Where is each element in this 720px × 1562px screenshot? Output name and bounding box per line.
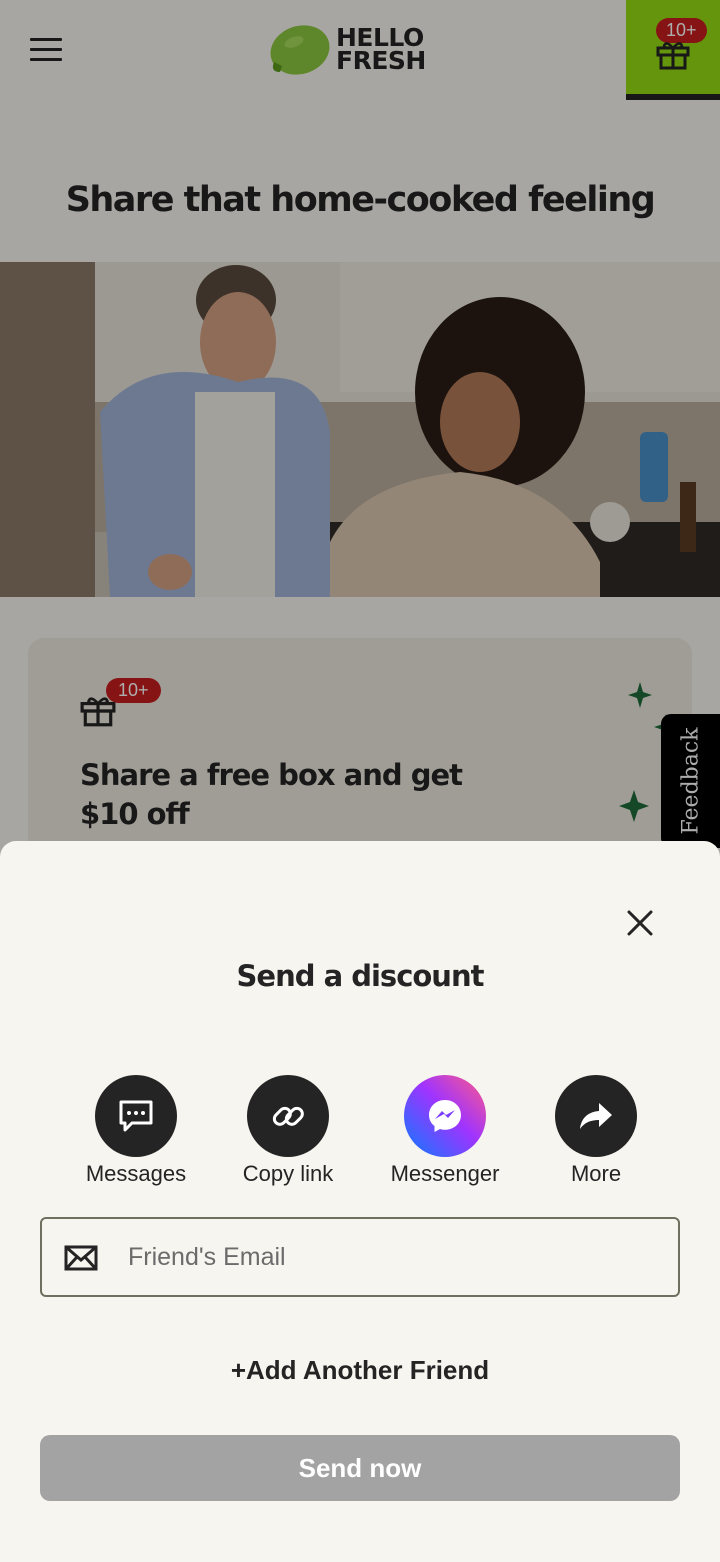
sheet-title: Send a discount bbox=[236, 959, 485, 993]
messenger-icon bbox=[429, 1100, 461, 1132]
mail-icon bbox=[64, 1245, 98, 1271]
share-label: More bbox=[570, 1161, 622, 1186]
share-label: Messenger bbox=[390, 1161, 500, 1186]
send-discount-sheet: Send a discount Messages Copy link Messe… bbox=[0, 841, 720, 1562]
add-another-friend-link[interactable]: +Add Another Friend bbox=[0, 1355, 720, 1386]
share-messages-button[interactable]: Messages bbox=[61, 1075, 211, 1187]
close-icon bbox=[627, 910, 653, 936]
share-label: Messages bbox=[85, 1161, 187, 1186]
share-arrow-icon bbox=[580, 1103, 612, 1129]
message-icon bbox=[119, 1100, 153, 1132]
friend-email-field[interactable] bbox=[40, 1217, 680, 1297]
share-options: Messages Copy link Messenger More bbox=[0, 1075, 720, 1195]
friend-email-input[interactable] bbox=[128, 1231, 658, 1283]
share-messenger-button[interactable]: Messenger bbox=[370, 1075, 520, 1187]
share-label: Copy link bbox=[242, 1161, 334, 1186]
share-more-button[interactable]: More bbox=[521, 1075, 671, 1187]
share-copy-link-button[interactable]: Copy link bbox=[213, 1075, 363, 1187]
close-button[interactable] bbox=[620, 903, 660, 943]
send-now-button[interactable]: Send now bbox=[40, 1435, 680, 1501]
link-icon bbox=[272, 1106, 304, 1126]
